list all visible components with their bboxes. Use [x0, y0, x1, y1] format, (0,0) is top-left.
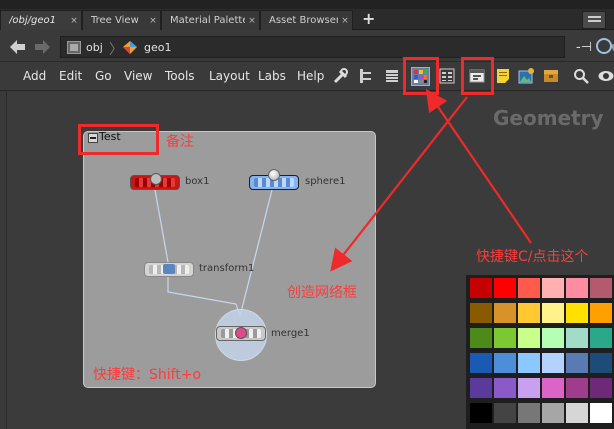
arrow-to-palette-icon [425, 88, 532, 244]
annotation-shortcut-shift: 快捷键：Shift+o [93, 367, 202, 383]
annotation-shortcut-c: 快捷键C/点击这个 [476, 249, 589, 265]
annotation-create-box: 创造网络框 [287, 285, 357, 301]
